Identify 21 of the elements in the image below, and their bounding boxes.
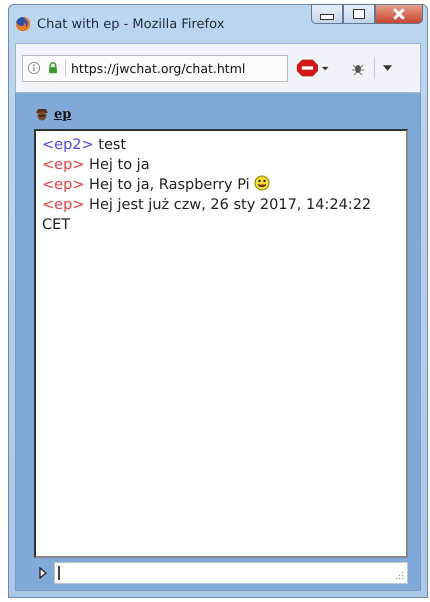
window-title: Chat with ep - Mozilla Firefox [37, 16, 224, 32]
close-button[interactable] [375, 4, 423, 24]
resize-grip-icon[interactable] [396, 572, 404, 580]
message-input-field[interactable] [54, 562, 408, 584]
address-bar[interactable]: https://jwchat.org/chat.html [22, 54, 288, 82]
chat-message: <ep2> test [42, 136, 128, 155]
send-arrow-icon[interactable] [38, 567, 48, 579]
maximize-button[interactable] [343, 4, 375, 24]
minimize-button[interactable] [311, 4, 343, 24]
url-text: https://jwchat.org/chat.html [71, 60, 246, 76]
close-icon[interactable] [393, 8, 405, 20]
chat-message: <ep> Hej to ja, Raspberry Pi [42, 175, 400, 195]
contact-name-link[interactable]: ep [54, 106, 72, 122]
menu-dropdown-button[interactable] [383, 65, 392, 71]
info-icon[interactable] [27, 61, 41, 75]
firefox-logo-icon [15, 16, 31, 32]
contact-avatar-icon [34, 106, 50, 122]
adblock-button[interactable] [296, 58, 330, 78]
chat-message: <ep> Hej jest już czw, 26 sty 2017, 14:24:22 CET [42, 196, 372, 235]
lock-icon[interactable] [46, 61, 60, 75]
chat-message: <ep> Hej to ja [42, 156, 151, 175]
